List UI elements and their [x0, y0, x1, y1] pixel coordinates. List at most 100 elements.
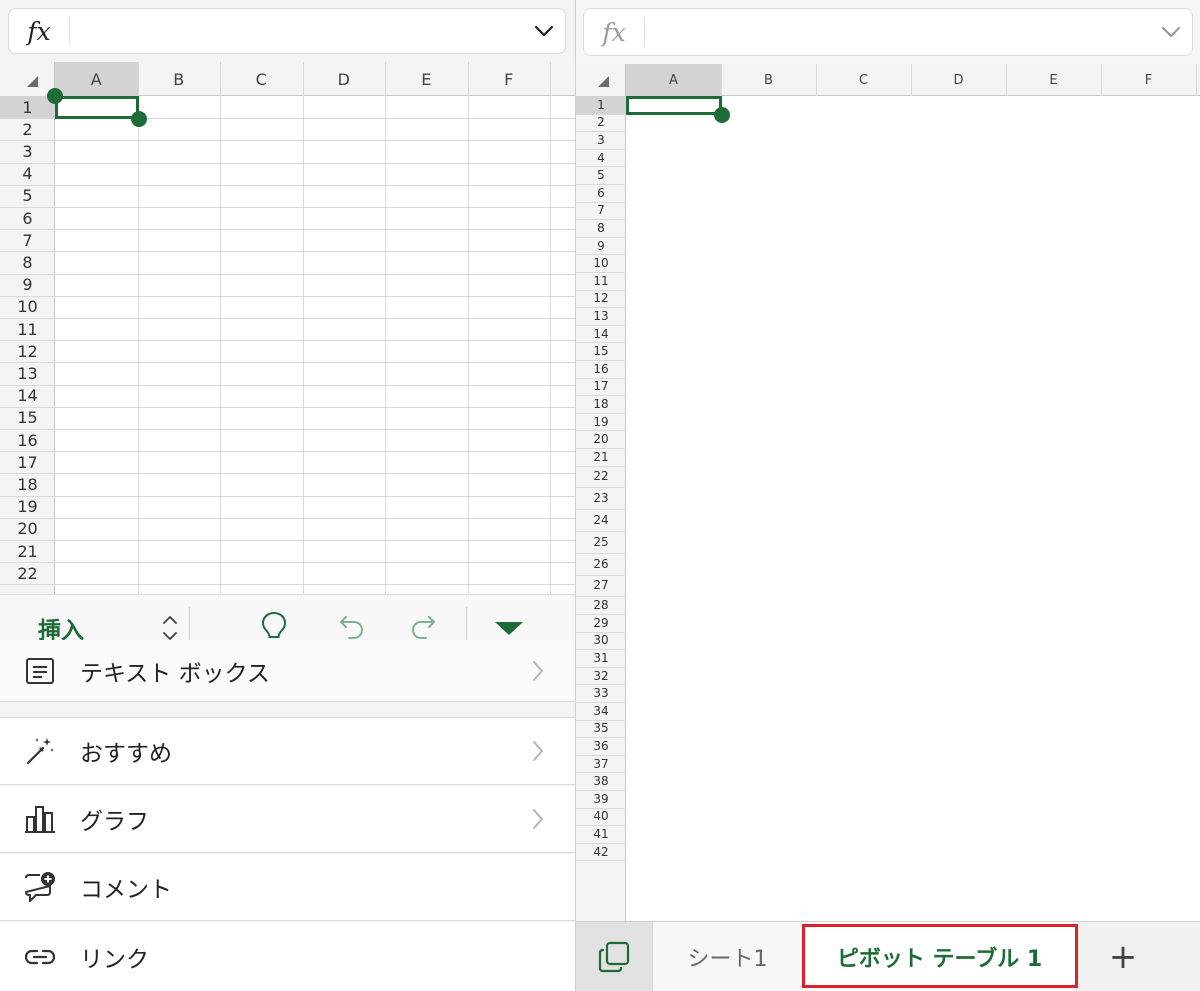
row-header-8[interactable]: 8 — [0, 251, 55, 273]
row-header-13[interactable]: 13 — [0, 362, 55, 384]
chevron-down-icon[interactable] — [1160, 25, 1182, 39]
formula-bar[interactable]: fx — [8, 8, 566, 54]
row-header-40[interactable]: 40 — [576, 808, 626, 826]
selection-handle[interactable] — [714, 106, 730, 123]
row-header-8[interactable]: 8 — [576, 219, 626, 237]
selected-cell-a1[interactable] — [626, 96, 722, 115]
row-header-5[interactable]: 5 — [0, 185, 55, 207]
row-header-42[interactable]: 42 — [576, 843, 626, 861]
menu-item-recommended[interactable]: おすすめ — [0, 718, 575, 785]
row-header-21[interactable]: 21 — [0, 540, 55, 562]
selected-cell-a1[interactable] — [55, 96, 139, 120]
select-all-corner[interactable] — [27, 76, 38, 87]
row-header-3[interactable]: 3 — [0, 140, 55, 162]
select-all-corner[interactable] — [598, 76, 609, 87]
row-header-14[interactable]: 14 — [576, 325, 626, 343]
row-header-12[interactable]: 12 — [0, 340, 55, 362]
tab-pivot-table-1[interactable]: ピボット テーブル 1 — [802, 922, 1077, 991]
row-header-17[interactable]: 17 — [0, 451, 55, 473]
selection-handle[interactable] — [47, 88, 63, 104]
column-header-f[interactable]: F — [468, 62, 551, 96]
row-header-4[interactable]: 4 — [576, 149, 626, 167]
row-header-18[interactable]: 18 — [576, 395, 626, 413]
row-header-10[interactable]: 10 — [0, 296, 55, 318]
row-header-10[interactable]: 10 — [576, 254, 626, 272]
row-header-38[interactable]: 38 — [576, 772, 626, 790]
row-header-12[interactable]: 12 — [576, 290, 626, 308]
row-header-15[interactable]: 15 — [576, 342, 626, 360]
add-sheet-button[interactable]: + — [1088, 922, 1158, 991]
row-header-30[interactable]: 30 — [576, 632, 626, 650]
row-header-28[interactable]: 28 — [576, 596, 626, 614]
row-header-13[interactable]: 13 — [576, 307, 626, 325]
spreadsheet-grid[interactable]: A B C D E F 1 2 3 4 5 6 7 8 9 10 11 12 13 14 15 16 17 18 19 20 21 2… — [0, 62, 575, 594]
row-header-20[interactable]: 20 — [576, 430, 626, 448]
column-header-f[interactable]: F — [1101, 64, 1196, 96]
chevron-down-icon[interactable] — [533, 24, 555, 38]
column-header-e[interactable]: E — [385, 62, 468, 96]
row-header-39[interactable]: 39 — [576, 790, 626, 808]
row-header-14[interactable]: 14 — [0, 385, 55, 407]
row-header-23[interactable]: 23 — [576, 487, 626, 509]
row-header-15[interactable]: 15 — [0, 407, 55, 429]
column-header-d[interactable]: D — [911, 64, 1006, 96]
column-header-a[interactable]: A — [55, 62, 138, 96]
row-header-4[interactable]: 4 — [0, 163, 55, 185]
row-header-2[interactable]: 2 — [576, 114, 626, 132]
sheets-overview-button[interactable] — [576, 922, 652, 991]
row-header-19[interactable]: 19 — [0, 496, 55, 518]
row-header-7[interactable]: 7 — [576, 202, 626, 220]
row-header-9[interactable]: 9 — [576, 237, 626, 255]
spreadsheet-grid[interactable]: A B C D E F 1 2 3 4 5 6 7 8 9 10 11 12 13 14 15 16 17 18 19 20 21 2… — [576, 64, 1200, 921]
column-header-b[interactable]: B — [138, 62, 221, 96]
row-header-5[interactable]: 5 — [576, 166, 626, 184]
row-header-11[interactable]: 11 — [576, 272, 626, 290]
column-header-d[interactable]: D — [303, 62, 386, 96]
column-header-c[interactable]: C — [816, 64, 911, 96]
row-header-32[interactable]: 32 — [576, 667, 626, 685]
row-header-24[interactable]: 24 — [576, 509, 626, 531]
row-header-22[interactable]: 22 — [0, 562, 55, 584]
row-header-11[interactable]: 11 — [0, 318, 55, 340]
row-header-22[interactable]: 22 — [576, 466, 626, 488]
tab-sheet1[interactable]: シート1 — [652, 922, 802, 991]
row-header-1[interactable]: 1 — [576, 96, 626, 114]
row-header-16[interactable]: 16 — [0, 429, 55, 451]
row-header-26[interactable]: 26 — [576, 553, 626, 575]
row-header-7[interactable]: 7 — [0, 229, 55, 251]
row-header-9[interactable]: 9 — [0, 274, 55, 296]
row-header-20[interactable]: 20 — [0, 518, 55, 540]
row-header-3[interactable]: 3 — [576, 131, 626, 149]
row-header-36[interactable]: 36 — [576, 737, 626, 755]
row-header-41[interactable]: 41 — [576, 825, 626, 843]
row-header-35[interactable]: 35 — [576, 720, 626, 738]
menu-item-text-box[interactable]: テキスト ボックス — [0, 640, 575, 702]
selection-handle[interactable] — [130, 111, 147, 128]
column-header-b[interactable]: B — [721, 64, 816, 96]
row-header-19[interactable]: 19 — [576, 413, 626, 431]
row-header-34[interactable]: 34 — [576, 702, 626, 720]
column-header-a[interactable]: A — [626, 64, 721, 96]
row-header-25[interactable]: 25 — [576, 531, 626, 553]
row-header-18[interactable]: 18 — [0, 473, 55, 495]
row-header-31[interactable]: 31 — [576, 649, 626, 667]
formula-bar[interactable]: fx — [583, 8, 1193, 56]
menu-item-chart[interactable]: グラフ — [0, 786, 575, 853]
row-header-29[interactable]: 29 — [576, 614, 626, 632]
row-header-17[interactable]: 17 — [576, 378, 626, 396]
row-header-33[interactable]: 33 — [576, 684, 626, 702]
menu-item-comment[interactable]: コメント — [0, 854, 575, 921]
row-header-6[interactable]: 6 — [576, 184, 626, 202]
row-header-2[interactable]: 2 — [0, 118, 55, 140]
row-header-16[interactable]: 16 — [576, 360, 626, 378]
row-header-27[interactable]: 27 — [576, 575, 626, 597]
formula-input[interactable] — [654, 9, 1152, 55]
function-icon[interactable]: fx — [584, 9, 644, 55]
column-header-e[interactable]: E — [1006, 64, 1101, 96]
function-icon[interactable]: fx — [9, 9, 69, 53]
formula-input[interactable] — [79, 9, 525, 53]
row-header-6[interactable]: 6 — [0, 207, 55, 229]
row-header-21[interactable]: 21 — [576, 448, 626, 466]
column-header-c[interactable]: C — [220, 62, 303, 96]
row-header-37[interactable]: 37 — [576, 755, 626, 773]
